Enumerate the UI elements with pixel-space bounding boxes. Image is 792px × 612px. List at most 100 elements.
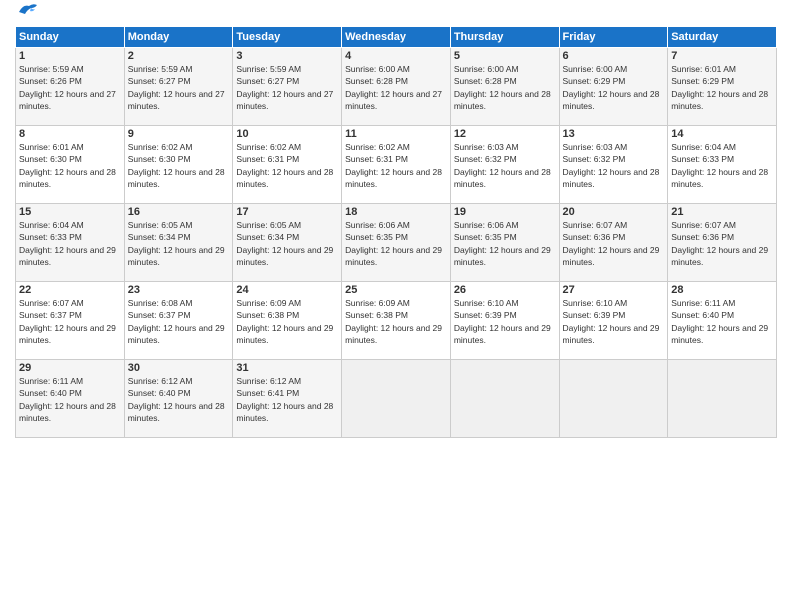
- calendar-cell: 26Sunrise: 6:10 AMSunset: 6:39 PMDayligh…: [450, 282, 559, 360]
- page: SundayMondayTuesdayWednesdayThursdayFrid…: [0, 0, 792, 612]
- day-number: 12: [454, 128, 556, 140]
- calendar-cell: 13Sunrise: 6:03 AMSunset: 6:32 PMDayligh…: [559, 126, 668, 204]
- calendar-cell: 6Sunrise: 6:00 AMSunset: 6:29 PMDaylight…: [559, 48, 668, 126]
- day-info: Sunrise: 6:02 AMSunset: 6:30 PMDaylight:…: [128, 141, 230, 190]
- calendar-cell: 1Sunrise: 5:59 AMSunset: 6:26 PMDaylight…: [16, 48, 125, 126]
- day-info: Sunrise: 6:05 AMSunset: 6:34 PMDaylight:…: [128, 219, 230, 268]
- day-number: 19: [454, 206, 556, 218]
- day-info: Sunrise: 6:02 AMSunset: 6:31 PMDaylight:…: [345, 141, 447, 190]
- calendar-cell: 17Sunrise: 6:05 AMSunset: 6:34 PMDayligh…: [233, 204, 342, 282]
- day-info: Sunrise: 6:02 AMSunset: 6:31 PMDaylight:…: [236, 141, 338, 190]
- day-info: Sunrise: 6:01 AMSunset: 6:30 PMDaylight:…: [19, 141, 121, 190]
- day-number: 16: [128, 206, 230, 218]
- day-number: 14: [671, 128, 773, 140]
- day-info: Sunrise: 6:08 AMSunset: 6:37 PMDaylight:…: [128, 297, 230, 346]
- calendar-table: SundayMondayTuesdayWednesdayThursdayFrid…: [15, 26, 777, 438]
- day-info: Sunrise: 6:00 AMSunset: 6:28 PMDaylight:…: [454, 63, 556, 112]
- day-info: Sunrise: 5:59 AMSunset: 6:27 PMDaylight:…: [128, 63, 230, 112]
- day-number: 23: [128, 284, 230, 296]
- calendar-cell: 24Sunrise: 6:09 AMSunset: 6:38 PMDayligh…: [233, 282, 342, 360]
- day-number: 13: [563, 128, 665, 140]
- calendar-cell: 27Sunrise: 6:10 AMSunset: 6:39 PMDayligh…: [559, 282, 668, 360]
- day-number: 15: [19, 206, 121, 218]
- calendar-cell: 30Sunrise: 6:12 AMSunset: 6:40 PMDayligh…: [124, 360, 233, 438]
- calendar-cell: 11Sunrise: 6:02 AMSunset: 6:31 PMDayligh…: [342, 126, 451, 204]
- day-number: 30: [128, 362, 230, 374]
- calendar-cell: 12Sunrise: 6:03 AMSunset: 6:32 PMDayligh…: [450, 126, 559, 204]
- calendar-cell: 19Sunrise: 6:06 AMSunset: 6:35 PMDayligh…: [450, 204, 559, 282]
- calendar-cell: 15Sunrise: 6:04 AMSunset: 6:33 PMDayligh…: [16, 204, 125, 282]
- calendar-cell: 23Sunrise: 6:08 AMSunset: 6:37 PMDayligh…: [124, 282, 233, 360]
- day-info: Sunrise: 6:01 AMSunset: 6:29 PMDaylight:…: [671, 63, 773, 112]
- col-sunday: Sunday: [16, 27, 125, 48]
- day-number: 21: [671, 206, 773, 218]
- calendar-cell: [668, 360, 777, 438]
- day-number: 6: [563, 50, 665, 62]
- week-row-3: 15Sunrise: 6:04 AMSunset: 6:33 PMDayligh…: [16, 204, 777, 282]
- calendar-cell: 3Sunrise: 5:59 AMSunset: 6:27 PMDaylight…: [233, 48, 342, 126]
- day-number: 20: [563, 206, 665, 218]
- col-saturday: Saturday: [668, 27, 777, 48]
- day-info: Sunrise: 6:06 AMSunset: 6:35 PMDaylight:…: [345, 219, 447, 268]
- col-monday: Monday: [124, 27, 233, 48]
- day-number: 5: [454, 50, 556, 62]
- calendar-cell: [450, 360, 559, 438]
- day-number: 28: [671, 284, 773, 296]
- day-number: 8: [19, 128, 121, 140]
- day-info: Sunrise: 5:59 AMSunset: 6:26 PMDaylight:…: [19, 63, 121, 112]
- day-number: 7: [671, 50, 773, 62]
- calendar-cell: 18Sunrise: 6:06 AMSunset: 6:35 PMDayligh…: [342, 204, 451, 282]
- calendar-cell: [559, 360, 668, 438]
- day-number: 29: [19, 362, 121, 374]
- calendar-cell: 2Sunrise: 5:59 AMSunset: 6:27 PMDaylight…: [124, 48, 233, 126]
- week-row-2: 8Sunrise: 6:01 AMSunset: 6:30 PMDaylight…: [16, 126, 777, 204]
- day-number: 17: [236, 206, 338, 218]
- day-number: 4: [345, 50, 447, 62]
- col-tuesday: Tuesday: [233, 27, 342, 48]
- logo-bird-icon: [17, 2, 39, 20]
- day-number: 25: [345, 284, 447, 296]
- day-info: Sunrise: 6:10 AMSunset: 6:39 PMDaylight:…: [454, 297, 556, 346]
- day-info: Sunrise: 6:03 AMSunset: 6:32 PMDaylight:…: [563, 141, 665, 190]
- col-thursday: Thursday: [450, 27, 559, 48]
- calendar-cell: 14Sunrise: 6:04 AMSunset: 6:33 PMDayligh…: [668, 126, 777, 204]
- logo: [15, 10, 39, 20]
- col-wednesday: Wednesday: [342, 27, 451, 48]
- day-info: Sunrise: 6:11 AMSunset: 6:40 PMDaylight:…: [671, 297, 773, 346]
- calendar-cell: 29Sunrise: 6:11 AMSunset: 6:40 PMDayligh…: [16, 360, 125, 438]
- day-number: 24: [236, 284, 338, 296]
- week-row-1: 1Sunrise: 5:59 AMSunset: 6:26 PMDaylight…: [16, 48, 777, 126]
- header: [15, 10, 777, 20]
- calendar-cell: 10Sunrise: 6:02 AMSunset: 6:31 PMDayligh…: [233, 126, 342, 204]
- calendar-cell: 20Sunrise: 6:07 AMSunset: 6:36 PMDayligh…: [559, 204, 668, 282]
- day-number: 2: [128, 50, 230, 62]
- calendar-cell: 25Sunrise: 6:09 AMSunset: 6:38 PMDayligh…: [342, 282, 451, 360]
- week-row-4: 22Sunrise: 6:07 AMSunset: 6:37 PMDayligh…: [16, 282, 777, 360]
- day-info: Sunrise: 6:07 AMSunset: 6:36 PMDaylight:…: [563, 219, 665, 268]
- calendar-cell: [342, 360, 451, 438]
- day-number: 11: [345, 128, 447, 140]
- day-info: Sunrise: 6:07 AMSunset: 6:36 PMDaylight:…: [671, 219, 773, 268]
- calendar-cell: 22Sunrise: 6:07 AMSunset: 6:37 PMDayligh…: [16, 282, 125, 360]
- calendar-cell: 8Sunrise: 6:01 AMSunset: 6:30 PMDaylight…: [16, 126, 125, 204]
- calendar-cell: 21Sunrise: 6:07 AMSunset: 6:36 PMDayligh…: [668, 204, 777, 282]
- calendar-cell: 9Sunrise: 6:02 AMSunset: 6:30 PMDaylight…: [124, 126, 233, 204]
- calendar-cell: 4Sunrise: 6:00 AMSunset: 6:28 PMDaylight…: [342, 48, 451, 126]
- day-info: Sunrise: 6:04 AMSunset: 6:33 PMDaylight:…: [19, 219, 121, 268]
- day-number: 22: [19, 284, 121, 296]
- day-number: 10: [236, 128, 338, 140]
- day-info: Sunrise: 6:07 AMSunset: 6:37 PMDaylight:…: [19, 297, 121, 346]
- calendar-cell: 31Sunrise: 6:12 AMSunset: 6:41 PMDayligh…: [233, 360, 342, 438]
- day-number: 31: [236, 362, 338, 374]
- day-info: Sunrise: 5:59 AMSunset: 6:27 PMDaylight:…: [236, 63, 338, 112]
- day-info: Sunrise: 6:09 AMSunset: 6:38 PMDaylight:…: [345, 297, 447, 346]
- calendar-cell: 16Sunrise: 6:05 AMSunset: 6:34 PMDayligh…: [124, 204, 233, 282]
- day-info: Sunrise: 6:00 AMSunset: 6:29 PMDaylight:…: [563, 63, 665, 112]
- day-info: Sunrise: 6:09 AMSunset: 6:38 PMDaylight:…: [236, 297, 338, 346]
- day-number: 1: [19, 50, 121, 62]
- day-info: Sunrise: 6:06 AMSunset: 6:35 PMDaylight:…: [454, 219, 556, 268]
- week-row-5: 29Sunrise: 6:11 AMSunset: 6:40 PMDayligh…: [16, 360, 777, 438]
- day-info: Sunrise: 6:10 AMSunset: 6:39 PMDaylight:…: [563, 297, 665, 346]
- calendar-cell: 28Sunrise: 6:11 AMSunset: 6:40 PMDayligh…: [668, 282, 777, 360]
- day-number: 9: [128, 128, 230, 140]
